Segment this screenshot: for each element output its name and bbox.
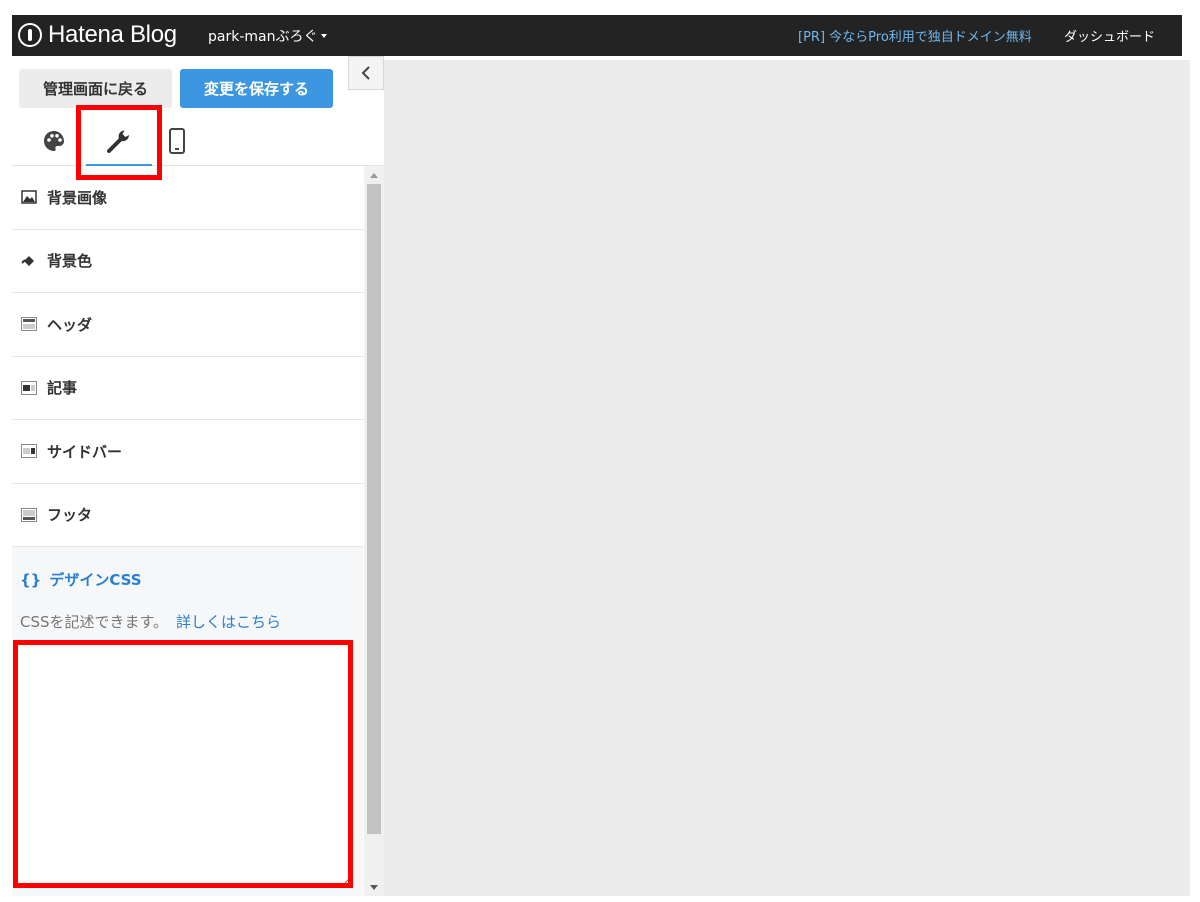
collapse-panel-button[interactable] (348, 56, 384, 90)
top-bar: Hatena Blog park-manぶろぐ [PR] 今ならPro利用で独自… (12, 15, 1182, 56)
paint-bucket-icon (20, 252, 38, 270)
wrench-icon (107, 130, 129, 153)
details-link[interactable]: 詳しくはこちら (176, 613, 281, 631)
scrollbar-thumb[interactable] (367, 184, 381, 834)
hatena-logo-icon (18, 23, 42, 47)
section-background-image[interactable]: 背景画像 (12, 166, 363, 230)
logo-text: Hatena Blog (48, 21, 177, 48)
promo-link[interactable]: [PR] 今ならPro利用で独自ドメイン無料 (798, 26, 1032, 45)
smartphone-icon (169, 128, 185, 154)
section-label: 背景色 (47, 252, 93, 271)
section-list: 背景画像 背景色 ヘッダ 記事 サイドバー フッタ {} デザインCSS CSS… (12, 166, 363, 896)
code-braces-icon: {} (20, 570, 42, 589)
section-label: ヘッダ (47, 315, 93, 334)
section-article[interactable]: 記事 (12, 356, 363, 420)
save-changes-button[interactable]: 変更を保存する (180, 69, 333, 108)
design-tabs (12, 116, 384, 167)
tab-customize[interactable] (86, 116, 152, 167)
section-label: フッタ (47, 506, 93, 525)
layout-sidebar-icon (20, 442, 38, 460)
layout-footer-icon (20, 506, 38, 524)
design-panel: 管理画面に戻る 変更を保存する 背景画像 背景色 ヘッダ 記事 サイドバー フッ… (12, 56, 384, 896)
blog-selector[interactable]: park-manぶろぐ (208, 26, 328, 46)
image-icon (20, 188, 38, 206)
section-label: 背景画像 (47, 188, 108, 207)
layout-header-icon (20, 315, 38, 333)
dashboard-link[interactable]: ダッシュボード (1064, 26, 1155, 45)
panel-scrollbar[interactable] (364, 166, 384, 896)
scroll-up-arrow-icon[interactable] (364, 166, 384, 184)
caret-down-icon (321, 34, 328, 38)
tab-theme[interactable] (21, 116, 87, 166)
design-css-editor[interactable] (17, 641, 353, 886)
tab-smartphone[interactable] (144, 116, 210, 166)
hatena-logo[interactable]: Hatena Blog (18, 21, 177, 49)
back-to-admin-button[interactable]: 管理画面に戻る (19, 69, 172, 108)
blog-preview-area (384, 60, 1190, 896)
section-footer[interactable]: フッタ (12, 483, 363, 547)
section-label: サイドバー (47, 442, 123, 461)
section-sidebar[interactable]: サイドバー (12, 420, 363, 484)
design-css-desc-text: CSSを記述できます。 (20, 613, 169, 631)
scroll-down-arrow-icon[interactable] (364, 878, 384, 896)
design-css-label: デザインCSS (49, 571, 142, 589)
design-css-description: CSSを記述できます。 詳しくはこちら (20, 611, 281, 632)
blog-name-label: park-manぶろぐ (208, 29, 318, 45)
section-header[interactable]: ヘッダ (12, 293, 363, 357)
palette-icon (44, 131, 64, 151)
layout-article-icon (20, 379, 38, 397)
section-background-color[interactable]: 背景色 (12, 229, 363, 293)
design-css-title: {} デザインCSS (20, 569, 142, 590)
chevron-left-icon (361, 66, 370, 80)
section-label: 記事 (47, 379, 78, 398)
